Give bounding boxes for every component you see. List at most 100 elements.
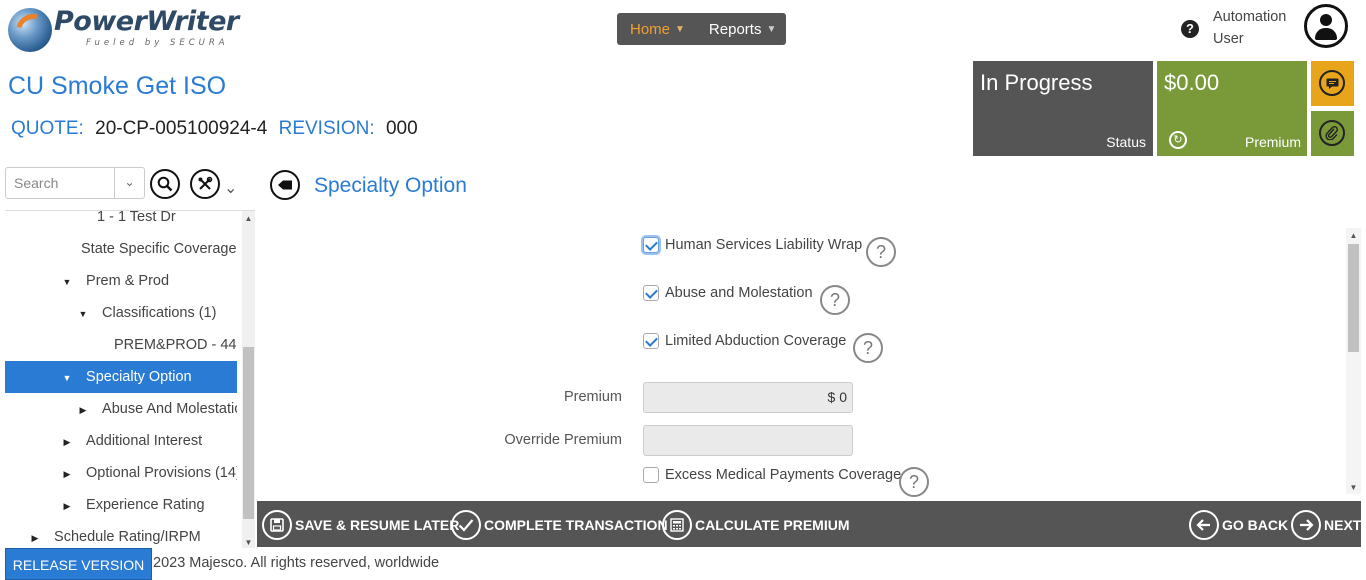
tree-item-state-specific-coverages[interactable]: State Specific Coverages xyxy=(5,233,237,265)
scroll-down-icon[interactable]: ▼ xyxy=(242,538,255,547)
logo-subtitle: Fueled by SECURA xyxy=(86,38,229,48)
calculate-label: CALCULATE PREMIUM xyxy=(695,517,850,533)
content-scrollbar[interactable]: ▲ ▼ xyxy=(1346,228,1361,494)
checkbox-label: Abuse and Molestation xyxy=(665,285,813,301)
nav-home-label: Home xyxy=(630,20,671,38)
human-services-liability-wrap-checkbox[interactable]: Human Services Liability Wrap xyxy=(643,237,862,253)
revision-number: 000 xyxy=(385,118,418,139)
checkbox[interactable] xyxy=(643,237,659,253)
caret-right-icon[interactable]: ▶ xyxy=(60,490,74,521)
chat-icon xyxy=(1319,70,1345,96)
status-tile: In Progress Status xyxy=(973,61,1153,156)
search-combobox[interactable]: ⌄ xyxy=(5,167,145,199)
checkmark-icon xyxy=(451,510,481,540)
content-scrollbar-thumb[interactable] xyxy=(1348,244,1359,352)
checkbox[interactable] xyxy=(643,333,659,349)
caret-down-icon[interactable]: ▼ xyxy=(60,266,74,297)
search-button[interactable] xyxy=(150,169,180,199)
tree-item-experience-rating[interactable]: ▶ Experience Rating xyxy=(5,489,237,521)
help-icon[interactable]: ? xyxy=(866,237,896,267)
arrow-left-icon xyxy=(278,180,292,190)
save-resume-later-button[interactable]: SAVE & RESUME LATER xyxy=(262,510,459,540)
next-button[interactable]: NEXT xyxy=(1291,510,1361,540)
caret-right-icon[interactable]: ▶ xyxy=(76,394,90,425)
tree-item-label: PREM&PROD - 445 xyxy=(114,337,237,353)
override-premium-field[interactable] xyxy=(643,425,853,456)
help-icon[interactable]: ? xyxy=(853,333,883,363)
caret-down-icon[interactable]: ▼ xyxy=(60,362,74,393)
tree-item-label: Schedule Rating/IRPM xyxy=(54,529,201,545)
excess-medical-payments-checkbox[interactable]: Excess Medical Payments Coverage xyxy=(643,467,901,483)
tree-item-location[interactable]: 1 - 1 Test Dr xyxy=(5,210,237,233)
copyright-text: 2023 Majesco. All rights reserved, world… xyxy=(153,555,440,571)
premium-tile: $0.00 ↻ Premium xyxy=(1157,61,1307,156)
release-version-button[interactable]: RELEASE VERSION xyxy=(5,548,152,580)
powerwriter-logo[interactable]: PowerWriter Fueled by SECURA xyxy=(6,6,246,55)
action-bar: SAVE & RESUME LATER COMPLETE TRANSACTION… xyxy=(257,501,1361,547)
caret-down-icon[interactable]: ▼ xyxy=(76,298,90,329)
status-value: In Progress xyxy=(980,70,1093,95)
tree-item-specialty-option[interactable]: ▼ Specialty Option xyxy=(5,361,237,393)
nav-reports[interactable]: Reports ▼ xyxy=(685,21,776,38)
quote-line: QUOTE: 20-CP-005100924-4 REVISION: 000 xyxy=(11,118,418,140)
chevron-down-icon[interactable]: ⌄ xyxy=(114,168,144,198)
checkbox-label: Human Services Liability Wrap xyxy=(665,237,863,253)
limited-abduction-checkbox[interactable]: Limited Abduction Coverage xyxy=(643,333,846,349)
tree-item-prem-prod-class[interactable]: PREM&PROD - 445 xyxy=(5,329,237,361)
collapse-panel-button[interactable] xyxy=(270,170,300,200)
top-navigation: Home ▼ Reports ▼ xyxy=(617,13,786,45)
premium-field: $ 0 xyxy=(643,382,853,413)
caret-right-icon[interactable]: ▶ xyxy=(60,426,74,457)
tree-item-optional-provisions[interactable]: ▶ Optional Provisions (14) xyxy=(5,457,237,489)
checkbox[interactable] xyxy=(643,285,659,301)
tree-item-label: Abuse And Molestatio xyxy=(102,401,237,417)
search-icon xyxy=(157,176,173,192)
scroll-up-icon[interactable]: ▲ xyxy=(1346,231,1361,240)
tree-scrollbar-thumb[interactable] xyxy=(243,347,254,519)
chevron-down-icon: ▼ xyxy=(766,23,777,35)
floppy-disk-icon xyxy=(262,510,292,540)
scroll-up-icon[interactable]: ▲ xyxy=(242,214,255,223)
revision-label: REVISION: xyxy=(278,118,375,139)
nav-home[interactable]: Home ▼ xyxy=(617,21,685,38)
save-label: SAVE & RESUME LATER xyxy=(295,517,460,533)
avatar-head xyxy=(1320,14,1332,26)
user-name[interactable]: Automation User xyxy=(1213,6,1303,50)
checkbox[interactable] xyxy=(643,467,659,483)
user-avatar-icon[interactable] xyxy=(1304,4,1348,48)
navigation-tree: 1 - 1 Test Dr State Specific Coverages ▼… xyxy=(5,210,255,548)
caret-right-icon[interactable]: ▶ xyxy=(60,458,74,489)
chevron-down-icon[interactable]: ⌄ xyxy=(224,178,237,198)
status-label: Status xyxy=(1106,134,1146,150)
help-icon[interactable]: ? xyxy=(820,285,850,315)
search-input[interactable] xyxy=(6,168,110,198)
tree-item-additional-interest[interactable]: ▶ Additional Interest xyxy=(5,425,237,457)
go-back-label: GO BACK xyxy=(1222,517,1289,533)
tree-item-label: 1 - 1 Test Dr xyxy=(97,210,176,225)
tree-item-label: Classifications (1) xyxy=(102,305,217,321)
override-premium-label: Override Premium xyxy=(504,432,622,448)
notes-button[interactable] xyxy=(1311,61,1354,106)
scroll-down-icon[interactable]: ▼ xyxy=(1346,483,1361,492)
abuse-molestation-checkbox[interactable]: Abuse and Molestation xyxy=(643,285,813,301)
chevron-down-icon: ▼ xyxy=(675,23,685,35)
complete-transaction-button[interactable]: COMPLETE TRANSACTION xyxy=(451,510,668,540)
premium-label: Premium xyxy=(563,389,622,405)
attachments-button[interactable] xyxy=(1311,111,1354,156)
caret-right-icon[interactable]: ▶ xyxy=(28,522,42,548)
premium-value: $0.00 xyxy=(1164,70,1220,95)
tools-button[interactable] xyxy=(190,169,220,199)
quote-number: 20-CP-005100924-4 xyxy=(95,118,268,139)
tree-item-schedule-rating[interactable]: ▶ Schedule Rating/IRPM xyxy=(5,521,237,548)
refresh-icon[interactable]: ↻ xyxy=(1169,131,1187,149)
go-back-button[interactable]: GO BACK xyxy=(1189,510,1288,540)
premium-label: Premium xyxy=(1244,134,1301,150)
tree-item-prem-prod[interactable]: ▼ Prem & Prod xyxy=(5,265,237,297)
next-label: NEXT xyxy=(1324,517,1362,533)
tree-scrollbar[interactable]: ▲ ▼ xyxy=(242,211,255,548)
tree-item-abuse-molestation[interactable]: ▶ Abuse And Molestatio xyxy=(5,393,237,425)
calculate-premium-button[interactable]: CALCULATE PREMIUM xyxy=(662,510,850,540)
tree-item-classifications[interactable]: ▼ Classifications (1) xyxy=(5,297,237,329)
help-icon[interactable]: ? xyxy=(899,467,929,497)
help-icon[interactable]: ? xyxy=(1181,20,1199,38)
